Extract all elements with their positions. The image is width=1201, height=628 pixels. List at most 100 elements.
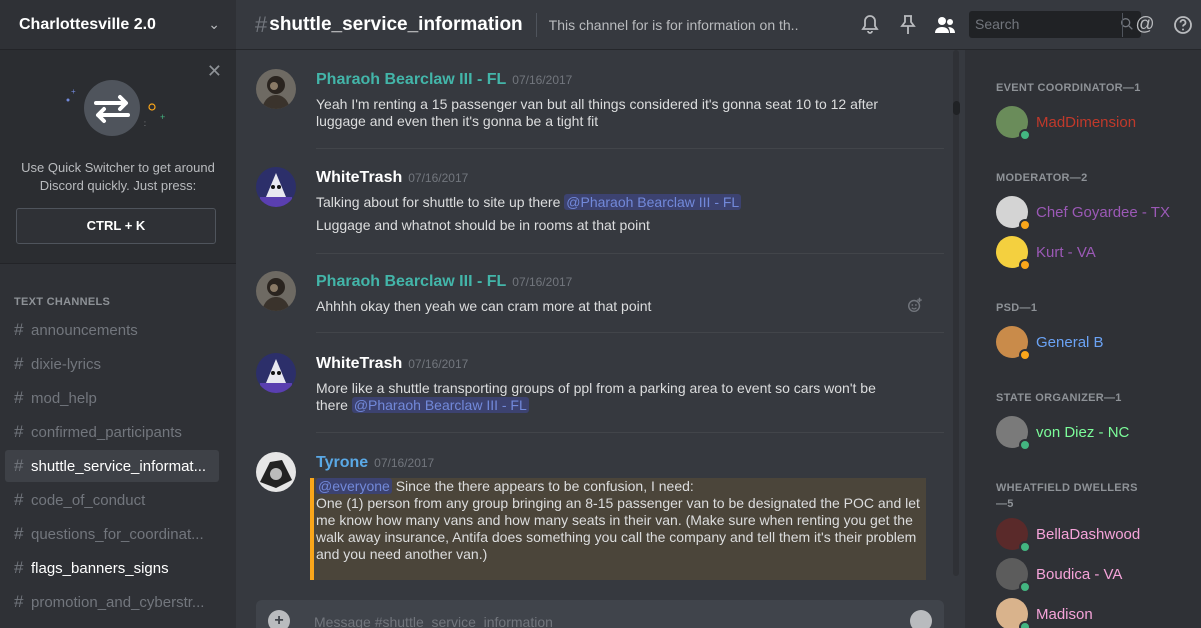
avatar[interactable] <box>256 69 296 109</box>
hash-icon: # <box>14 388 24 407</box>
member-item[interactable]: MadDimension <box>996 105 1196 141</box>
search-placeholder: Search <box>975 16 1020 32</box>
channel-item[interactable]: # announcements <box>5 314 219 346</box>
avatar <box>996 598 1031 628</box>
online-status-icon <box>1019 581 1031 593</box>
close-icon[interactable]: ✕ <box>207 62 222 80</box>
scrollbar-thumb[interactable] <box>953 101 960 115</box>
upload-plus-icon[interactable]: + <box>268 610 290 628</box>
svg-text:+: + <box>71 87 76 96</box>
everyone-mention[interactable]: @everyone <box>316 478 392 494</box>
message-content: Yeah I'm renting a 15 passenger van but … <box>316 96 916 130</box>
member-name: MadDimension <box>1036 113 1137 131</box>
channel-category-title[interactable]: TEXT CHANNELS <box>14 296 110 308</box>
member-item[interactable]: Boudica - VA <box>996 557 1196 593</box>
message-header: Tyrone 07/16/2017 <box>316 454 434 472</box>
emoji-picker-icon[interactable] <box>910 610 932 628</box>
quick-switcher-hint-line2: Discord quickly. Just press: <box>39 178 197 193</box>
channel-topic[interactable]: This channel for is for information on t… <box>549 17 799 33</box>
message-input[interactable] <box>314 614 874 628</box>
member-item[interactable]: General B <box>996 325 1196 361</box>
channel-label: promotion_and_cyberstr... <box>31 593 205 611</box>
author-name[interactable]: WhiteTrash <box>316 169 402 186</box>
member-item[interactable]: Madison <box>996 597 1196 628</box>
channel-label: dixie-lyrics <box>31 355 102 373</box>
add-reaction-icon[interactable] <box>906 296 924 314</box>
channel-item[interactable]: # mod_help <box>5 382 219 414</box>
message-content: More like a shuttle transporting groups … <box>316 380 936 414</box>
member-item[interactable]: Chef Goyardee - TX <box>996 195 1196 231</box>
avatar <box>996 326 1031 361</box>
header-separator <box>1122 13 1123 37</box>
timestamp: 07/16/2017 <box>512 275 573 289</box>
avatar[interactable] <box>256 452 296 492</box>
channel-item[interactable]: # dixie-lyrics <box>5 348 219 380</box>
message-list: Pharaoh Bearclaw III - FL 07/16/2017 Yeah… <box>236 50 965 580</box>
timestamp: 07/16/2017 <box>512 73 573 87</box>
members-icon[interactable] <box>933 13 957 37</box>
message-divider <box>316 253 944 254</box>
role-header: WHEATFIELD DWELLERS—5 <box>996 482 1138 510</box>
member-name: Kurt - VA <box>1036 243 1096 261</box>
quick-switcher-shortcut[interactable]: CTRL + K <box>16 208 216 244</box>
channel-item[interactable]: # confirmed_participants <box>5 416 219 448</box>
chevron-down-icon[interactable]: ⌄ <box>208 16 220 33</box>
message-line: and you need another van.) <box>316 546 488 562</box>
hash-icon: # <box>14 422 24 441</box>
channel-item[interactable]: # shuttle_service_informat... <box>5 450 219 482</box>
member-item[interactable]: von Diez - NC <box>996 415 1196 451</box>
user-mention[interactable]: @Pharaoh Bearclaw III - FL <box>564 194 742 210</box>
user-mention[interactable]: @Pharaoh Bearclaw III - FL <box>351 397 529 413</box>
author-name[interactable]: Tyrone <box>316 454 368 471</box>
channel-item[interactable]: # promotion_and_cyberstr... <box>5 586 219 618</box>
quick-switcher-hint-line1: Use Quick Switcher to get around <box>21 160 215 175</box>
channel-label: flags_banners_signs <box>31 559 169 577</box>
message-line: Ahhhh okay then yeah we can cram more at… <box>316 298 652 314</box>
timestamp: 07/16/2017 <box>408 171 469 185</box>
swap-arrows-icon: + + ⁚ <box>66 80 165 136</box>
avatar <box>996 196 1031 231</box>
message-content: Ahhhh okay then yeah we can cram more at… <box>316 298 916 315</box>
search-input[interactable]: Search <box>969 11 1141 38</box>
channel-item[interactable]: # flags_banners_signs <box>5 552 219 584</box>
avatar <box>996 236 1031 271</box>
member-item[interactable]: Kurt - VA <box>996 235 1196 271</box>
hash-icon: # <box>14 592 24 611</box>
message-line: there @Pharaoh Bearclaw III - FL <box>316 397 936 414</box>
message-composer: + <box>256 600 944 628</box>
hash-icon: # <box>14 558 24 577</box>
role-header: PSD—1 <box>996 302 1038 314</box>
message-line: Yeah I'm renting a 15 passenger van but … <box>316 96 879 112</box>
message-header: WhiteTrash 07/16/2017 <box>316 169 468 187</box>
scrollbar-track[interactable] <box>953 50 959 576</box>
hash-icon: # <box>14 354 24 373</box>
server-header[interactable]: Charlottesville 2.0 ⌄ <box>0 0 236 50</box>
channel-label: code_of_conduct <box>31 491 146 509</box>
message-divider <box>316 332 944 333</box>
mention-icon[interactable]: @ <box>1133 13 1157 37</box>
member-name: Chef Goyardee - TX <box>1036 203 1170 221</box>
svg-text:+: + <box>160 112 165 122</box>
avatar[interactable] <box>256 353 296 393</box>
member-item[interactable]: BellaDashwood <box>996 517 1196 553</box>
help-icon[interactable] <box>1171 13 1195 37</box>
pin-icon[interactable] <box>896 13 920 37</box>
avatar[interactable] <box>256 271 296 311</box>
channel-item[interactable]: # questions_for_coordinat... <box>5 518 219 550</box>
author-name[interactable]: WhiteTrash <box>316 355 402 372</box>
message-header: Pharaoh Bearclaw III - FL 07/16/2017 <box>316 273 572 291</box>
avatar[interactable] <box>256 167 296 207</box>
channel-label: confirmed_participants <box>31 423 182 441</box>
bell-icon[interactable] <box>858 13 882 37</box>
online-status-icon <box>1019 621 1031 628</box>
idle-status-icon <box>1019 349 1031 361</box>
server-name: Charlottesville 2.0 <box>19 15 156 33</box>
author-name[interactable]: Pharaoh Bearclaw III - FL <box>316 273 506 290</box>
author-name[interactable]: Pharaoh Bearclaw III - FL <box>316 71 506 88</box>
message-divider <box>316 148 944 149</box>
message-header: Pharaoh Bearclaw III - FL 07/16/2017 <box>316 71 572 89</box>
channel-item[interactable]: # code_of_conduct <box>5 484 219 516</box>
online-status-icon <box>1019 129 1031 141</box>
timestamp: 07/16/2017 <box>408 357 469 371</box>
hash-icon: # <box>14 524 24 543</box>
